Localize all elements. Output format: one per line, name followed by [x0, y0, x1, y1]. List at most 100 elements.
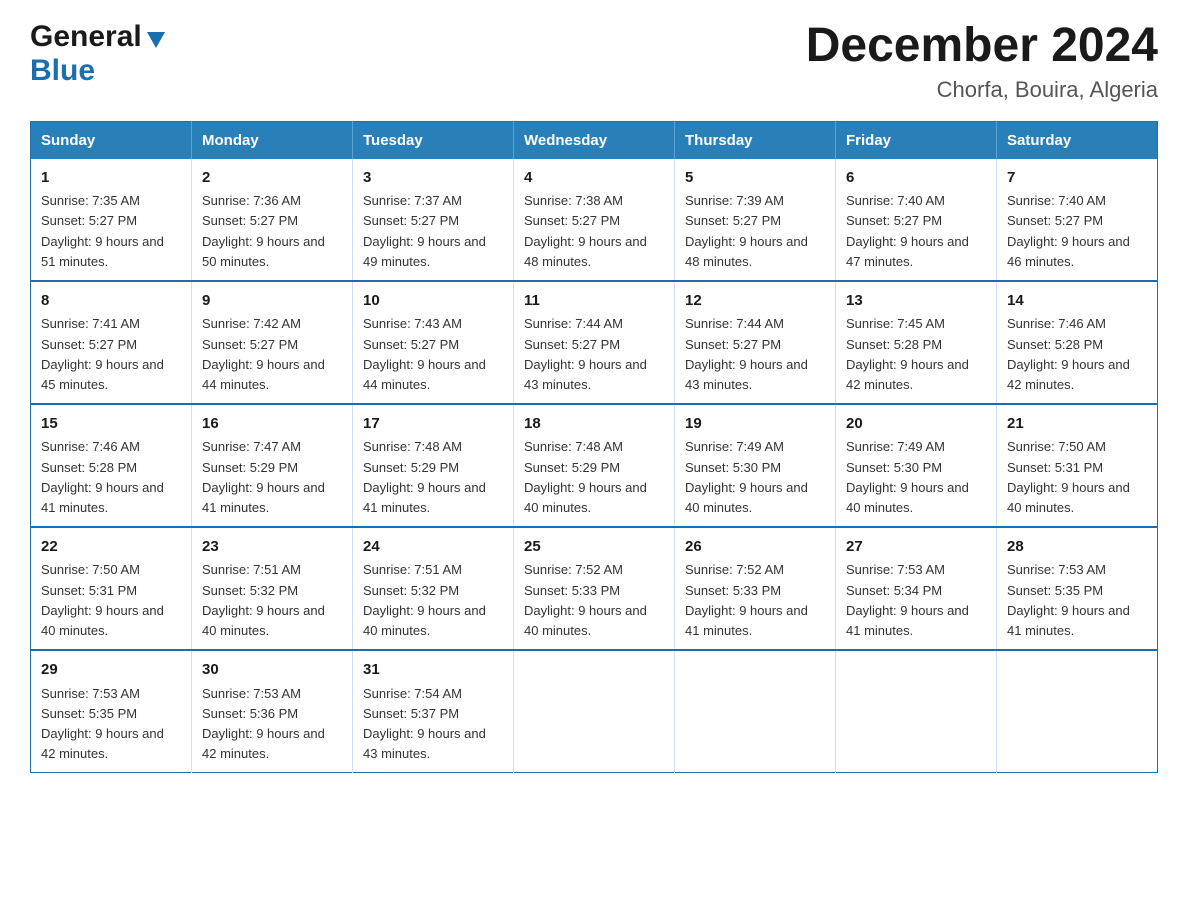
day-number: 3 — [363, 167, 503, 190]
day-info: Sunrise: 7:53 AMSunset: 5:35 PMDaylight:… — [41, 686, 164, 761]
day-info: Sunrise: 7:41 AMSunset: 5:27 PMDaylight:… — [41, 316, 164, 391]
day-info: Sunrise: 7:53 AMSunset: 5:35 PMDaylight:… — [1007, 562, 1130, 637]
calendar-cell: 19 Sunrise: 7:49 AMSunset: 5:30 PMDaylig… — [675, 404, 836, 527]
day-number: 5 — [685, 167, 825, 190]
day-header-monday: Monday — [192, 121, 353, 159]
calendar-cell: 15 Sunrise: 7:46 AMSunset: 5:28 PMDaylig… — [31, 404, 192, 527]
calendar-cell — [836, 650, 997, 773]
calendar-cell: 8 Sunrise: 7:41 AMSunset: 5:27 PMDayligh… — [31, 281, 192, 404]
calendar-cell: 18 Sunrise: 7:48 AMSunset: 5:29 PMDaylig… — [514, 404, 675, 527]
calendar-cell — [514, 650, 675, 773]
calendar-cell: 21 Sunrise: 7:50 AMSunset: 5:31 PMDaylig… — [997, 404, 1158, 527]
calendar-cell: 20 Sunrise: 7:49 AMSunset: 5:30 PMDaylig… — [836, 404, 997, 527]
day-info: Sunrise: 7:45 AMSunset: 5:28 PMDaylight:… — [846, 316, 969, 391]
logo-arrow-icon — [145, 28, 167, 50]
calendar-cell: 25 Sunrise: 7:52 AMSunset: 5:33 PMDaylig… — [514, 527, 675, 650]
calendar-cell: 17 Sunrise: 7:48 AMSunset: 5:29 PMDaylig… — [353, 404, 514, 527]
calendar-cell — [997, 650, 1158, 773]
day-number: 22 — [41, 536, 181, 559]
day-header-sunday: Sunday — [31, 121, 192, 159]
day-number: 8 — [41, 290, 181, 313]
day-number: 30 — [202, 659, 342, 682]
day-header-wednesday: Wednesday — [514, 121, 675, 159]
day-number: 11 — [524, 290, 664, 313]
day-info: Sunrise: 7:50 AMSunset: 5:31 PMDaylight:… — [41, 562, 164, 637]
calendar-cell: 10 Sunrise: 7:43 AMSunset: 5:27 PMDaylig… — [353, 281, 514, 404]
title-section: December 2024 Chorfa, Bouira, Algeria — [806, 20, 1158, 103]
day-info: Sunrise: 7:40 AMSunset: 5:27 PMDaylight:… — [1007, 193, 1130, 268]
logo-general-g: G — [30, 20, 53, 54]
day-number: 21 — [1007, 413, 1147, 436]
calendar-week-1: 1 Sunrise: 7:35 AMSunset: 5:27 PMDayligh… — [31, 159, 1158, 281]
day-number: 10 — [363, 290, 503, 313]
calendar-cell: 31 Sunrise: 7:54 AMSunset: 5:37 PMDaylig… — [353, 650, 514, 773]
day-number: 9 — [202, 290, 342, 313]
day-number: 27 — [846, 536, 986, 559]
calendar-table: SundayMondayTuesdayWednesdayThursdayFrid… — [30, 121, 1158, 773]
day-number: 7 — [1007, 167, 1147, 190]
calendar-cell: 30 Sunrise: 7:53 AMSunset: 5:36 PMDaylig… — [192, 650, 353, 773]
day-info: Sunrise: 7:46 AMSunset: 5:28 PMDaylight:… — [41, 439, 164, 514]
day-header-friday: Friday — [836, 121, 997, 159]
calendar-cell: 5 Sunrise: 7:39 AMSunset: 5:27 PMDayligh… — [675, 159, 836, 281]
day-header-tuesday: Tuesday — [353, 121, 514, 159]
day-info: Sunrise: 7:36 AMSunset: 5:27 PMDaylight:… — [202, 193, 325, 268]
day-number: 14 — [1007, 290, 1147, 313]
calendar-cell: 24 Sunrise: 7:51 AMSunset: 5:32 PMDaylig… — [353, 527, 514, 650]
day-info: Sunrise: 7:51 AMSunset: 5:32 PMDaylight:… — [202, 562, 325, 637]
calendar-cell: 12 Sunrise: 7:44 AMSunset: 5:27 PMDaylig… — [675, 281, 836, 404]
day-info: Sunrise: 7:53 AMSunset: 5:34 PMDaylight:… — [846, 562, 969, 637]
day-number: 28 — [1007, 536, 1147, 559]
calendar-cell: 13 Sunrise: 7:45 AMSunset: 5:28 PMDaylig… — [836, 281, 997, 404]
day-number: 31 — [363, 659, 503, 682]
calendar-cell: 14 Sunrise: 7:46 AMSunset: 5:28 PMDaylig… — [997, 281, 1158, 404]
day-info: Sunrise: 7:42 AMSunset: 5:27 PMDaylight:… — [202, 316, 325, 391]
calendar-header-row: SundayMondayTuesdayWednesdayThursdayFrid… — [31, 121, 1158, 159]
day-info: Sunrise: 7:44 AMSunset: 5:27 PMDaylight:… — [685, 316, 808, 391]
day-number: 25 — [524, 536, 664, 559]
day-number: 1 — [41, 167, 181, 190]
day-number: 12 — [685, 290, 825, 313]
day-info: Sunrise: 7:47 AMSunset: 5:29 PMDaylight:… — [202, 439, 325, 514]
calendar-cell: 1 Sunrise: 7:35 AMSunset: 5:27 PMDayligh… — [31, 159, 192, 281]
day-info: Sunrise: 7:49 AMSunset: 5:30 PMDaylight:… — [685, 439, 808, 514]
day-number: 4 — [524, 167, 664, 190]
calendar-cell: 7 Sunrise: 7:40 AMSunset: 5:27 PMDayligh… — [997, 159, 1158, 281]
logo: G eneral B lue — [30, 20, 167, 88]
calendar-week-2: 8 Sunrise: 7:41 AMSunset: 5:27 PMDayligh… — [31, 281, 1158, 404]
calendar-week-3: 15 Sunrise: 7:46 AMSunset: 5:28 PMDaylig… — [31, 404, 1158, 527]
day-number: 15 — [41, 413, 181, 436]
day-info: Sunrise: 7:37 AMSunset: 5:27 PMDaylight:… — [363, 193, 486, 268]
day-info: Sunrise: 7:54 AMSunset: 5:37 PMDaylight:… — [363, 686, 486, 761]
day-number: 13 — [846, 290, 986, 313]
calendar-cell — [675, 650, 836, 773]
calendar-cell: 4 Sunrise: 7:38 AMSunset: 5:27 PMDayligh… — [514, 159, 675, 281]
day-number: 23 — [202, 536, 342, 559]
calendar-cell: 29 Sunrise: 7:53 AMSunset: 5:35 PMDaylig… — [31, 650, 192, 773]
day-info: Sunrise: 7:38 AMSunset: 5:27 PMDaylight:… — [524, 193, 647, 268]
calendar-week-4: 22 Sunrise: 7:50 AMSunset: 5:31 PMDaylig… — [31, 527, 1158, 650]
calendar-cell: 3 Sunrise: 7:37 AMSunset: 5:27 PMDayligh… — [353, 159, 514, 281]
day-number: 24 — [363, 536, 503, 559]
calendar-cell: 22 Sunrise: 7:50 AMSunset: 5:31 PMDaylig… — [31, 527, 192, 650]
calendar-week-5: 29 Sunrise: 7:53 AMSunset: 5:35 PMDaylig… — [31, 650, 1158, 773]
day-info: Sunrise: 7:44 AMSunset: 5:27 PMDaylight:… — [524, 316, 647, 391]
day-info: Sunrise: 7:51 AMSunset: 5:32 PMDaylight:… — [363, 562, 486, 637]
day-number: 29 — [41, 659, 181, 682]
day-info: Sunrise: 7:49 AMSunset: 5:30 PMDaylight:… — [846, 439, 969, 514]
calendar-cell: 9 Sunrise: 7:42 AMSunset: 5:27 PMDayligh… — [192, 281, 353, 404]
page-subtitle: Chorfa, Bouira, Algeria — [806, 77, 1158, 103]
day-info: Sunrise: 7:50 AMSunset: 5:31 PMDaylight:… — [1007, 439, 1130, 514]
day-number: 18 — [524, 413, 664, 436]
calendar-cell: 23 Sunrise: 7:51 AMSunset: 5:32 PMDaylig… — [192, 527, 353, 650]
day-number: 6 — [846, 167, 986, 190]
day-number: 26 — [685, 536, 825, 559]
logo-blue-b: B — [30, 54, 52, 88]
day-info: Sunrise: 7:52 AMSunset: 5:33 PMDaylight:… — [685, 562, 808, 637]
page-title: December 2024 — [806, 20, 1158, 73]
day-info: Sunrise: 7:39 AMSunset: 5:27 PMDaylight:… — [685, 193, 808, 268]
day-info: Sunrise: 7:53 AMSunset: 5:36 PMDaylight:… — [202, 686, 325, 761]
day-info: Sunrise: 7:46 AMSunset: 5:28 PMDaylight:… — [1007, 316, 1130, 391]
day-info: Sunrise: 7:35 AMSunset: 5:27 PMDaylight:… — [41, 193, 164, 268]
day-number: 2 — [202, 167, 342, 190]
